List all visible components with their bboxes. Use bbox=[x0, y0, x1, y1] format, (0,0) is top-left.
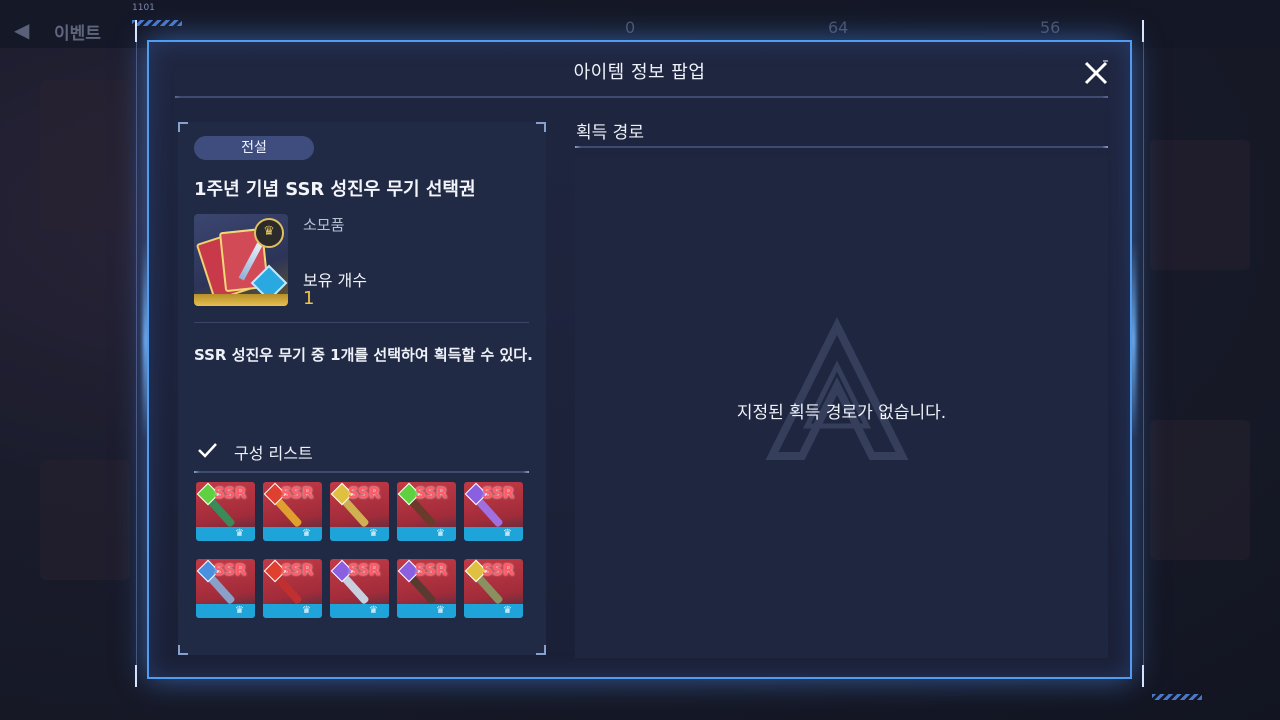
corner-bracket bbox=[178, 122, 188, 132]
title-divider bbox=[175, 96, 1108, 98]
rarity-label: SSR bbox=[415, 561, 448, 579]
back-arrow-icon: ◀ bbox=[14, 18, 30, 42]
crown-icon: ♛ bbox=[436, 605, 445, 616]
composition-list-title: 구성 리스트 bbox=[234, 444, 313, 463]
background-resource: 0 bbox=[625, 18, 636, 37]
item-detail-panel: 전설 1주년 기념 SSR 성진우 무기 선택권 ♛ 소모품 보유 개수 1 S… bbox=[178, 122, 546, 655]
checkmark-icon bbox=[196, 439, 218, 461]
acquisition-title: 획득 경로 bbox=[576, 123, 644, 143]
rarity-label: SSR bbox=[281, 561, 314, 579]
weapon-item[interactable]: ♛ SSR bbox=[196, 482, 255, 541]
rarity-label: SSR bbox=[415, 484, 448, 502]
corner-bracket bbox=[536, 645, 546, 655]
crown-icon: ♛ bbox=[302, 528, 311, 539]
frame-tick bbox=[135, 20, 137, 42]
crown-icon: ♛ bbox=[436, 528, 445, 539]
close-icon bbox=[1084, 60, 1108, 85]
hud-stripe-bottom bbox=[1152, 694, 1202, 700]
rarity-label: SSR bbox=[348, 561, 381, 579]
frame-line bbox=[1143, 40, 1144, 680]
panel-divider bbox=[194, 322, 529, 323]
frame-tick bbox=[1142, 665, 1144, 687]
item-type: 소모품 bbox=[303, 216, 345, 234]
rarity-label: SSR bbox=[281, 484, 314, 502]
item-info-popup: 아이템 정보 팝업 전설 1주년 기념 SSR 성진우 무기 선택권 ♛ 소모품… bbox=[147, 40, 1132, 679]
acquisition-divider bbox=[575, 146, 1108, 148]
frame-line bbox=[136, 40, 137, 680]
corner-bracket bbox=[536, 122, 546, 132]
owned-count-value: 1 bbox=[303, 288, 315, 309]
anniversary-cake-icon: ♛ bbox=[254, 218, 284, 248]
background-card bbox=[40, 460, 130, 580]
frame-tick bbox=[135, 665, 137, 687]
rarity-label: SSR bbox=[214, 561, 247, 579]
popup-title: 아이템 정보 팝업 bbox=[573, 62, 706, 83]
background-card bbox=[1150, 420, 1250, 560]
rarity-label: SSR bbox=[482, 561, 515, 579]
crown-icon: ♛ bbox=[503, 528, 512, 539]
weapon-item[interactable]: ♛ SSR bbox=[464, 482, 523, 541]
background-resource: 64 bbox=[828, 18, 849, 37]
crown-icon: ♛ bbox=[235, 605, 244, 616]
background-title: 이벤트 bbox=[54, 24, 101, 44]
weapon-item[interactable]: ♛ SSR bbox=[330, 482, 389, 541]
close-button[interactable] bbox=[1081, 58, 1111, 88]
frame-tick bbox=[1142, 20, 1144, 42]
background-resource: 56 bbox=[1040, 18, 1061, 37]
grade-badge: 전설 bbox=[194, 136, 314, 160]
weapon-item[interactable]: ♛ SSR bbox=[196, 559, 255, 618]
crown-icon: ♛ bbox=[302, 605, 311, 616]
acquisition-empty-message: 지정된 획득 경로가 없습니다. bbox=[736, 403, 947, 423]
rarity-label: SSR bbox=[214, 484, 247, 502]
weapon-item[interactable]: ♛ SSR bbox=[397, 482, 456, 541]
emblem-watermark-icon bbox=[765, 317, 909, 460]
hud-code: 1101 bbox=[132, 3, 155, 13]
rarity-label: SSR bbox=[348, 484, 381, 502]
composition-divider bbox=[194, 471, 529, 473]
background-card bbox=[40, 80, 130, 230]
item-icon: ♛ bbox=[194, 214, 288, 306]
background-card bbox=[1150, 140, 1250, 270]
corner-bracket bbox=[178, 645, 188, 655]
item-name: 1주년 기념 SSR 성진우 무기 선택권 bbox=[194, 179, 476, 200]
item-description: SSR 성진우 무기 중 1개를 선택하여 획득할 수 있다. bbox=[194, 346, 533, 364]
crown-icon: ♛ bbox=[369, 605, 378, 616]
rarity-label: SSR bbox=[482, 484, 515, 502]
crown-icon: ♛ bbox=[369, 528, 378, 539]
acquisition-list-area: 지정된 획득 경로가 없습니다. bbox=[575, 158, 1108, 658]
legendary-frame-bar bbox=[194, 294, 288, 306]
weapon-item[interactable]: ♛ SSR bbox=[464, 559, 523, 618]
weapon-grid[interactable]: ♛ SSR ♛ SSR ♛ SSR ♛ SSR ♛ SSR ♛ SSR ♛ SSR ♛ SSR ♛ SSR ♛ SSR bbox=[196, 482, 531, 646]
crown-icon: ♛ bbox=[235, 528, 244, 539]
weapon-item[interactable]: ♛ SSR bbox=[330, 559, 389, 618]
hud-stripe bbox=[132, 20, 182, 26]
weapon-item[interactable]: ♛ SSR bbox=[263, 482, 322, 541]
weapon-item[interactable]: ♛ SSR bbox=[263, 559, 322, 618]
crown-icon: ♛ bbox=[503, 605, 512, 616]
weapon-item[interactable]: ♛ SSR bbox=[397, 559, 456, 618]
